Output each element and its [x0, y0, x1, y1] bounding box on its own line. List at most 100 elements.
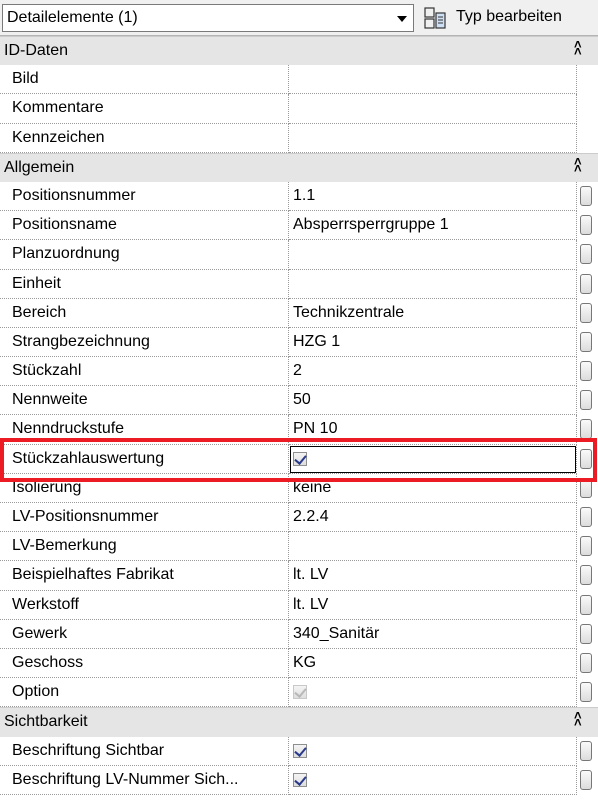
associate-parameter-button[interactable]: [580, 740, 592, 761]
property-row: Geschoss KG: [0, 648, 598, 679]
associate-parameter-button[interactable]: [580, 419, 592, 440]
associate-parameter-button[interactable]: [580, 507, 592, 527]
section-label: Sichtbarkeit: [4, 713, 88, 731]
associate-parameter-button[interactable]: [580, 536, 592, 557]
property-value[interactable]: 2.2.4: [289, 503, 577, 533]
property-row: Werkstoff lt. LV: [0, 590, 598, 620]
property-row: Bereich Technikzentrale: [0, 298, 598, 328]
property-value[interactable]: keine: [289, 473, 577, 503]
property-name: Nennweite: [0, 386, 289, 416]
property-name: Kommentare: [0, 94, 289, 124]
property-row: Nennweite 50: [0, 386, 598, 416]
associate-parameter-button[interactable]: [580, 185, 592, 206]
associate-parameter-button[interactable]: [580, 390, 592, 411]
property-row: Positionsnummer 1.1: [0, 181, 598, 212]
property-value[interactable]: [289, 532, 577, 562]
property-row: Beschriftung Sichtbar: [0, 736, 598, 766]
property-value[interactable]: lt. LV: [289, 590, 577, 620]
property-name: Positionsname: [0, 211, 289, 241]
property-row: Einheit: [0, 269, 598, 299]
associate-parameter-button[interactable]: [580, 769, 592, 790]
property-value[interactable]: [289, 65, 577, 95]
property-value[interactable]: [289, 123, 577, 153]
property-value-checkbox-cell[interactable]: [289, 736, 577, 766]
associate-parameter-button[interactable]: [580, 594, 592, 615]
associate-parameter-button[interactable]: [580, 244, 592, 265]
property-name: Strangbezeichnung: [0, 327, 289, 358]
edit-type-button[interactable]: Typ bearbeiten: [422, 4, 594, 32]
property-name: Gewerk: [0, 619, 289, 649]
property-value[interactable]: PN 10: [289, 415, 577, 445]
property-row: Stückzahlauswertung: [0, 444, 598, 474]
property-row: Positionsname Absperrsperrgruppe 1: [0, 211, 598, 241]
checkbox[interactable]: [293, 772, 307, 787]
property-name: Geschoss: [0, 648, 289, 679]
property-value[interactable]: KG: [289, 648, 577, 679]
property-value-checkbox-cell[interactable]: [289, 765, 577, 795]
associate-parameter-button[interactable]: [580, 331, 592, 352]
element-type-selector-label: Detailelemente (1): [7, 9, 138, 26]
property-row: LV-Positionsnummer 2.2.4: [0, 503, 598, 533]
property-value[interactable]: lt. LV: [289, 561, 577, 591]
property-value-checkbox-cell[interactable]: [289, 444, 577, 474]
associate-parameter-button[interactable]: [580, 477, 592, 498]
property-name: LV-Positionsnummer: [0, 503, 289, 533]
property-value[interactable]: Technikzentrale: [289, 298, 577, 328]
property-row: Planzuordnung: [0, 240, 598, 270]
property-row: Gewerk 340_Sanitär: [0, 619, 598, 649]
property-row: Isolierung keine: [0, 473, 598, 503]
properties-header: Detailelemente (1) Typ bearbeiten: [0, 0, 598, 36]
property-name: Werkstoff: [0, 590, 289, 620]
element-type-selector[interactable]: Detailelemente (1): [2, 4, 414, 32]
property-value[interactable]: 50: [289, 386, 577, 416]
collapse-icon[interactable]: ˄ ˄: [574, 38, 582, 58]
property-name: Isolierung: [0, 473, 289, 503]
associate-parameter-button[interactable]: [580, 565, 592, 586]
property-name: Einheit: [0, 269, 289, 299]
associate-parameter-button[interactable]: [580, 361, 592, 382]
checkbox[interactable]: [293, 743, 307, 758]
property-row: Option: [0, 678, 598, 708]
property-value[interactable]: HZG 1: [289, 327, 577, 358]
associate-parameter-button[interactable]: [580, 448, 592, 469]
property-name: LV-Bemerkung: [0, 532, 289, 562]
associate-parameter-button[interactable]: [580, 302, 592, 323]
property-value[interactable]: [289, 269, 577, 299]
property-name: Positionsnummer: [0, 181, 289, 212]
chevron-down-icon[interactable]: [397, 16, 407, 22]
property-name: Bereich: [0, 298, 289, 328]
property-value[interactable]: 2: [289, 357, 577, 387]
property-value[interactable]: [289, 94, 577, 124]
section-header[interactable]: Sichtbarkeit ˄ ˄: [0, 707, 598, 737]
property-name: Stückzahlauswertung: [0, 444, 289, 474]
property-row: Kennzeichen: [0, 123, 598, 153]
property-value-checkbox-cell[interactable]: [289, 678, 577, 708]
associate-parameter-button[interactable]: [580, 652, 592, 673]
property-row: Kommentare: [0, 94, 598, 124]
property-value[interactable]: Absperrsperrgruppe 1: [289, 211, 577, 241]
property-value[interactable]: [289, 240, 577, 270]
associate-parameter-button[interactable]: [580, 623, 592, 644]
property-row: Beschriftung LV-Nummer Sich...: [0, 765, 598, 795]
property-name: Planzuordnung: [0, 240, 289, 270]
associate-parameter-button[interactable]: [580, 215, 592, 236]
property-name: Beschriftung Sichtbar: [0, 736, 289, 766]
edit-type-label: Typ bearbeiten: [456, 8, 562, 25]
collapse-icon[interactable]: ˄ ˄: [574, 155, 582, 175]
section-label: ID-Daten: [4, 42, 69, 59]
checkbox[interactable]: [293, 451, 307, 466]
property-value[interactable]: 1.1: [289, 181, 577, 212]
checkbox: [293, 685, 307, 700]
property-name: Kennzeichen: [0, 123, 289, 153]
property-name: Option: [0, 678, 289, 708]
collapse-icon[interactable]: ˄ ˄: [574, 709, 582, 729]
associate-parameter-button[interactable]: [580, 682, 592, 703]
property-row: LV-Bemerkung: [0, 532, 598, 562]
edit-type-icon: [424, 7, 446, 29]
property-value[interactable]: 340_Sanitär: [289, 619, 577, 649]
associate-parameter-button[interactable]: [580, 273, 592, 294]
section-header[interactable]: Allgemein ˄ ˄: [0, 152, 598, 182]
section-header[interactable]: ID-Daten ˄ ˄: [0, 36, 598, 66]
property-row: Beispielhaftes Fabrikat lt. LV: [0, 561, 598, 591]
property-row: Strangbezeichnung HZG 1: [0, 327, 598, 358]
